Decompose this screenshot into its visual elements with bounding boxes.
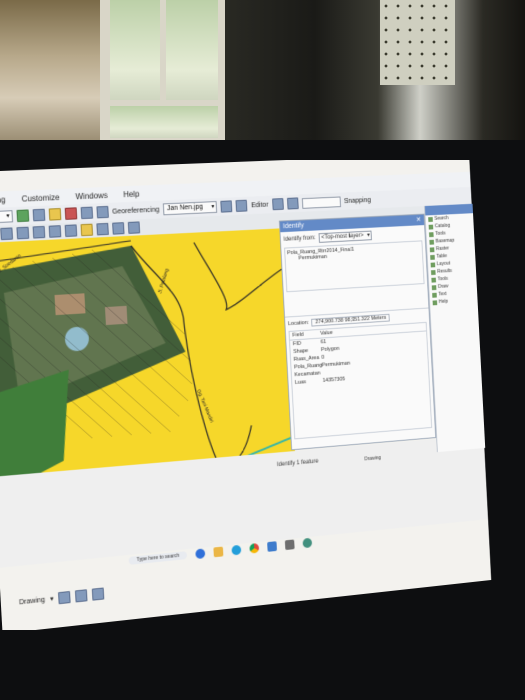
back-icon[interactable]	[48, 225, 62, 238]
dock-item-label: Raster	[435, 245, 450, 252]
model-builder-icon[interactable]	[96, 205, 109, 219]
search-input[interactable]	[301, 196, 341, 209]
find-icon[interactable]	[112, 222, 125, 235]
window-pane	[166, 0, 218, 100]
store-icon[interactable]	[285, 539, 295, 551]
edit-tool-icon[interactable]	[271, 198, 284, 211]
pan-icon[interactable]	[16, 226, 30, 240]
window-pane	[110, 0, 160, 100]
arcgis-icon[interactable]	[302, 537, 313, 549]
location-label: Location:	[288, 319, 309, 328]
dock-item-icon	[430, 254, 435, 260]
chevron-down-icon: ▾	[367, 232, 371, 239]
dock-item-label: Text	[438, 291, 447, 298]
dock-item-icon	[428, 231, 434, 237]
rectangle-icon[interactable]	[75, 589, 88, 603]
toolbox-icon[interactable]	[64, 207, 78, 220]
raster-layer-dropdown[interactable]: Jan Nen.jpg ▾	[162, 201, 218, 216]
window-pane	[110, 106, 218, 138]
identify-icon[interactable]	[96, 222, 109, 236]
menu-processing[interactable]: ssing	[0, 195, 6, 205]
dock-item-label: Basemap	[435, 237, 455, 245]
shelf	[0, 0, 100, 140]
attribute-field: Luas	[294, 379, 307, 386]
dock-item-icon	[430, 262, 436, 267]
dock-item-label: Tools	[435, 230, 446, 237]
mail-icon[interactable]	[267, 541, 278, 552]
chevron-down-icon: ▾	[211, 204, 215, 211]
dock-item-label: Table	[436, 253, 448, 260]
identify-results-tree: Pola_Ruang_Rtrr2014_Final1 Permukiman	[284, 240, 425, 293]
dock-item-icon	[428, 224, 434, 230]
drawing-menu[interactable]: Drawing	[19, 596, 45, 606]
pegboard	[380, 0, 455, 85]
taskbar-search-input[interactable]: Type here to search	[128, 551, 188, 565]
file-explorer-icon[interactable]	[213, 546, 224, 558]
dock-item-label: Draw	[437, 283, 449, 290]
select-features-icon[interactable]	[80, 223, 94, 237]
dock-item-icon	[429, 239, 435, 245]
chrome-icon[interactable]	[249, 542, 260, 554]
measure-icon[interactable]	[127, 221, 141, 234]
dock-item-label: Layout	[436, 260, 451, 268]
menu-help[interactable]: Help	[123, 189, 140, 199]
dock-item-label: Search	[434, 215, 449, 222]
menu-customize[interactable]: Customize	[21, 192, 59, 203]
edge-browser-icon[interactable]	[231, 544, 242, 556]
close-icon[interactable]: ✕	[416, 215, 422, 226]
dock-item-icon	[430, 269, 436, 275]
folder-icon[interactable]	[48, 208, 62, 221]
georeferencing-menu[interactable]: Georeferencing	[112, 206, 159, 215]
dock-item-label: Tools	[437, 275, 449, 283]
select-elements-icon[interactable]	[58, 590, 71, 605]
start-icon[interactable]	[195, 548, 206, 560]
monitor-screen: ssing Customize Windows Help ▾ Georefere…	[0, 160, 520, 630]
full-extent-icon[interactable]	[32, 225, 46, 239]
snapping-menu[interactable]: Snapping	[344, 197, 371, 205]
menu-windows[interactable]: Windows	[75, 190, 108, 200]
chevron-down-icon: ▾	[6, 213, 10, 220]
table-icon[interactable]	[32, 208, 46, 222]
identify-window: Identify ✕ Identify from: <Top-most laye…	[278, 213, 437, 451]
dock-item[interactable]: Help	[430, 296, 478, 307]
identify-from-value: <Top-most layer>	[321, 232, 364, 241]
identify-from-label: Identify from:	[283, 235, 316, 243]
dock-item-label: Catalog	[434, 222, 451, 230]
drawing-toolbar: Drawing ▾	[19, 587, 105, 608]
python-icon[interactable]	[80, 206, 93, 220]
dock-item-icon	[431, 277, 437, 283]
chevron-down-icon[interactable]: ▾	[50, 595, 54, 603]
dock-item-icon	[431, 284, 437, 290]
chart-icon[interactable]	[16, 209, 30, 223]
scale-dropdown[interactable]: ▾	[0, 210, 13, 224]
identify-title: Identify	[282, 222, 305, 231]
sketch-icon[interactable]	[286, 197, 299, 210]
identify-from-dropdown[interactable]: <Top-most layer> ▾	[318, 230, 372, 243]
dock-item-icon	[429, 246, 435, 252]
arcmap-window: ssing Customize Windows Help ▾ Georefere…	[0, 160, 492, 630]
link-table-icon[interactable]	[235, 199, 248, 212]
forward-icon[interactable]	[64, 224, 78, 238]
dock-item-label: Results	[437, 268, 453, 275]
editor-menu[interactable]: Editor	[251, 201, 269, 209]
dock-item-icon	[428, 216, 433, 222]
attribute-table: Field Value FID 61 Shape Polygon Ruas_Area…	[288, 321, 433, 440]
add-control-points-icon[interactable]	[220, 200, 233, 213]
zoom-out-icon[interactable]	[0, 227, 14, 241]
text-tool-icon[interactable]	[92, 587, 105, 601]
dock-item-icon	[432, 299, 438, 305]
dock-item-icon	[432, 292, 437, 298]
raster-layer-value: Jan Nen.jpg	[166, 203, 204, 213]
dock-item-label: Help	[438, 298, 449, 305]
